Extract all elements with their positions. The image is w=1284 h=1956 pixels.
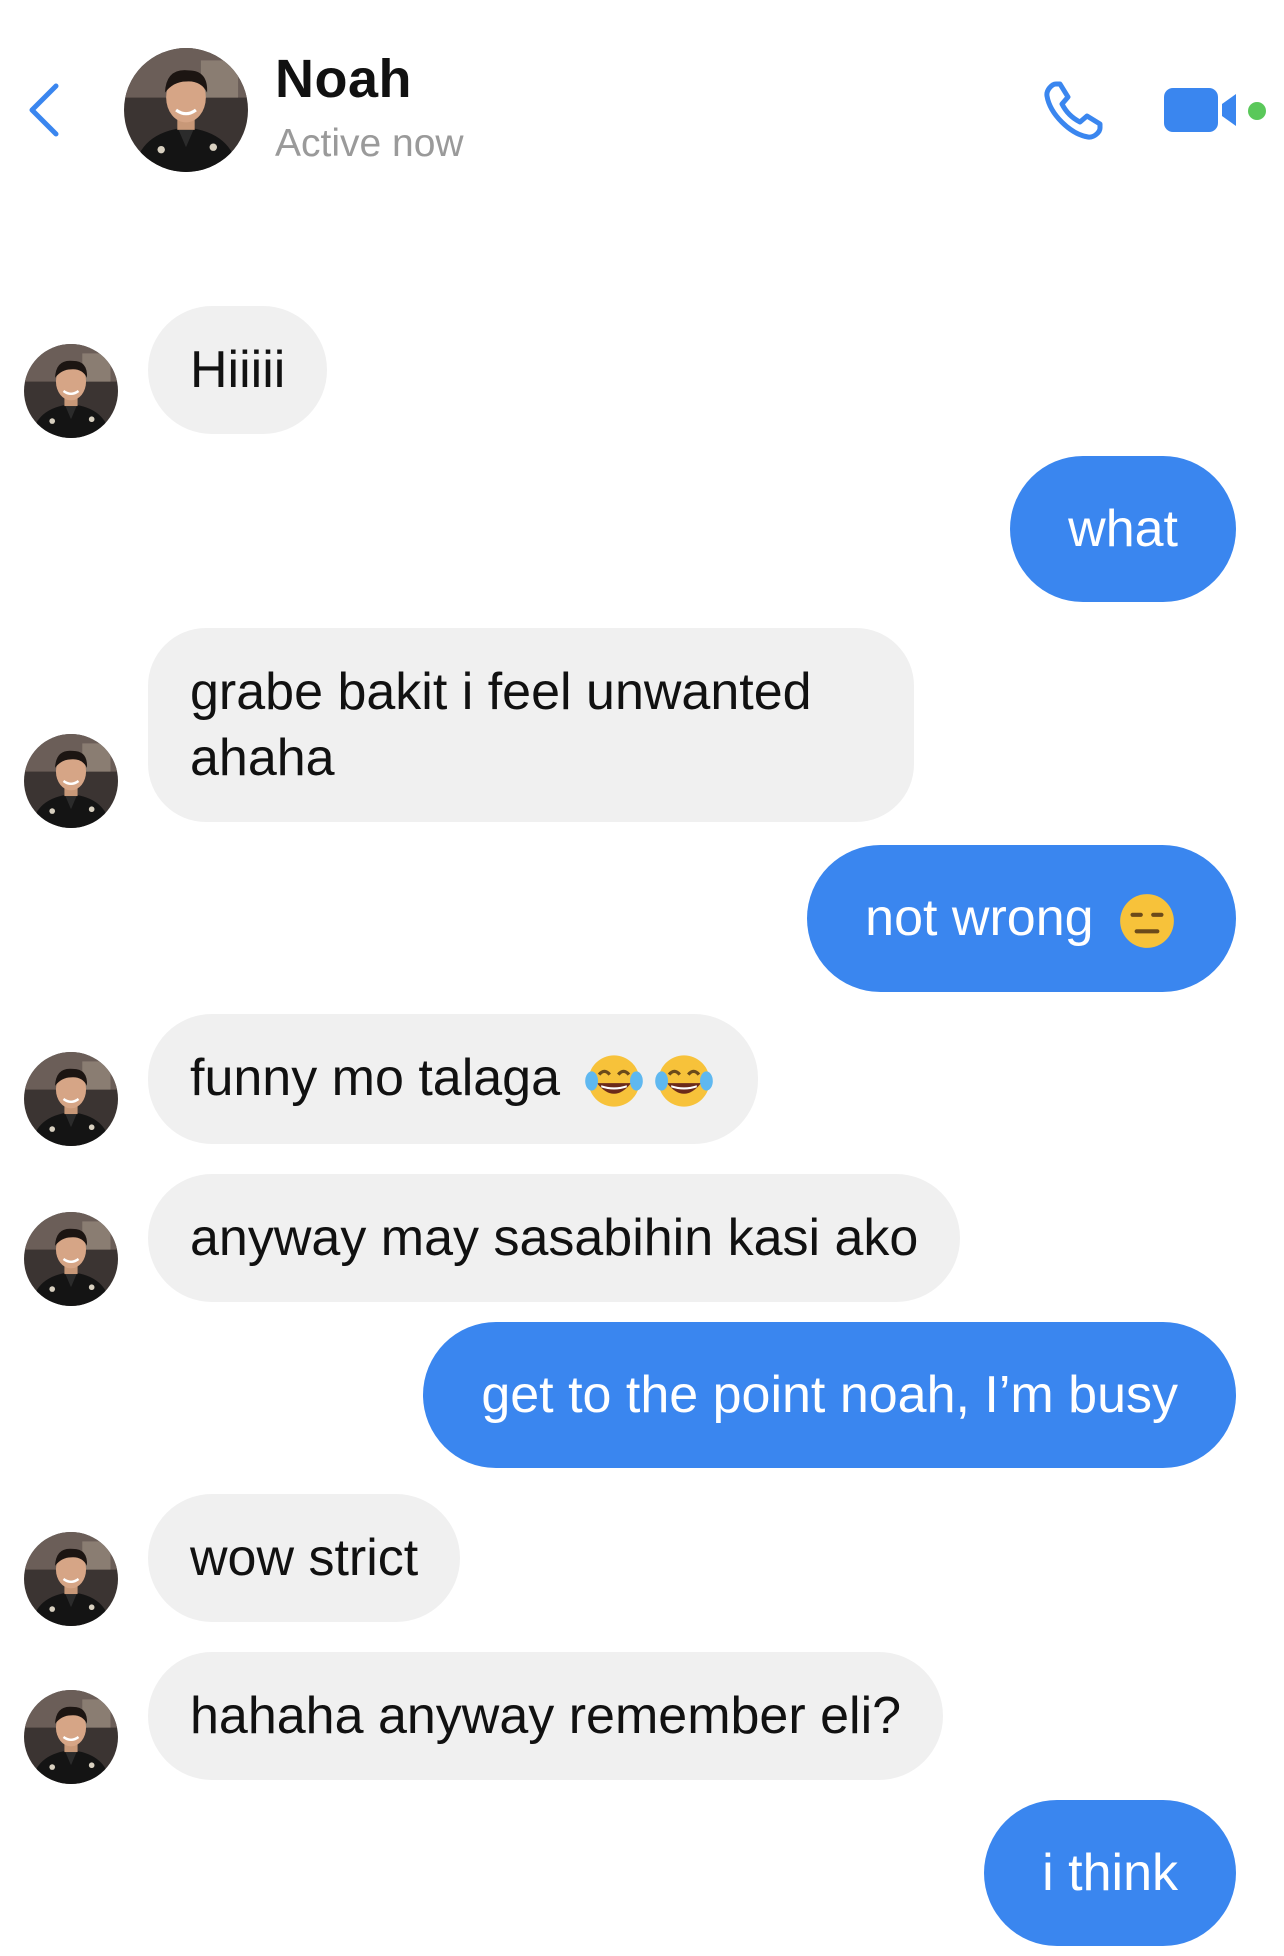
back-button[interactable]	[22, 80, 72, 140]
contact-name[interactable]: Noah	[275, 48, 412, 110]
video-camera-icon	[1164, 88, 1236, 132]
incoming-message[interactable]: Hiiiii	[148, 306, 328, 434]
message-text: get to the point noah, I’m busy	[481, 1366, 1178, 1424]
chat-header: Noah Active now	[0, 0, 1284, 210]
contact-avatar[interactable]	[124, 48, 248, 172]
sender-avatar[interactable]	[24, 344, 118, 438]
sender-avatar[interactable]	[24, 1532, 118, 1626]
avatar-photo	[24, 344, 118, 438]
message-text: Hiiiii	[190, 341, 286, 399]
message-text: hahaha anyway remember eli?	[190, 1687, 902, 1745]
avatar-photo	[24, 1212, 118, 1306]
incoming-message[interactable]: anyway may sasabihin kasi ako	[148, 1174, 961, 1302]
sender-avatar[interactable]	[24, 1690, 118, 1784]
incoming-message[interactable]: funny mo talaga	[148, 1014, 759, 1145]
video-call-button[interactable]	[1160, 82, 1240, 138]
voice-call-button[interactable]	[1040, 78, 1106, 144]
chevron-left-icon	[29, 83, 59, 137]
sender-avatar[interactable]	[24, 1212, 118, 1306]
message-text: i think	[1042, 1844, 1178, 1902]
message-text: anyway may sasabihin kasi ako	[190, 1209, 919, 1267]
outgoing-message[interactable]: not wrong	[807, 845, 1236, 993]
avatar-photo	[24, 1532, 118, 1626]
message-text: funny mo talaga	[190, 1049, 561, 1107]
tears-of-joy-emoji	[652, 1049, 716, 1113]
avatar-photo	[124, 48, 248, 172]
incoming-message[interactable]: grabe bakit i feel unwanted ahaha	[148, 628, 914, 822]
avatar-photo	[24, 734, 118, 828]
outgoing-message[interactable]: what	[1010, 456, 1236, 602]
message-text: wow strict	[190, 1529, 419, 1587]
incoming-message[interactable]: hahaha anyway remember eli?	[148, 1652, 944, 1780]
outgoing-message[interactable]: get to the point noah, I’m busy	[423, 1322, 1236, 1468]
avatar-photo	[24, 1690, 118, 1784]
message-text: not wrong	[865, 889, 1094, 947]
sender-avatar[interactable]	[24, 1052, 118, 1146]
incoming-message[interactable]: wow strict	[148, 1494, 461, 1622]
avatar-photo	[24, 1052, 118, 1146]
outgoing-message[interactable]: i think	[984, 1800, 1236, 1946]
sender-avatar[interactable]	[24, 734, 118, 828]
phone-icon	[1044, 81, 1103, 140]
online-indicator	[1248, 102, 1266, 120]
active-status: Active now	[275, 122, 464, 165]
message-text: grabe bakit i feel unwanted ahaha	[190, 663, 812, 787]
expressionless-face-emoji	[1120, 894, 1174, 949]
tears-of-joy-emoji	[582, 1049, 646, 1113]
message-text: what	[1068, 500, 1178, 558]
